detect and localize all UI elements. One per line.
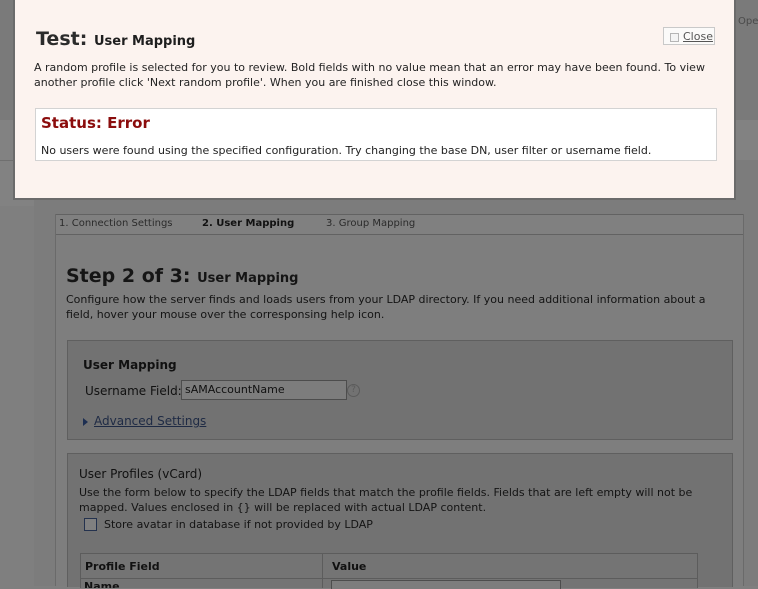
setup-panel: 1. Connection Settings 2. User Mapping 3… xyxy=(55,214,744,589)
page-title-suffix: User Mapping xyxy=(197,271,299,286)
dialog-title-prefix: Test: xyxy=(36,28,88,50)
page-description: Configure how the server finds and loads… xyxy=(66,293,706,321)
header-link[interactable]: Ope xyxy=(738,16,758,27)
table-header-value: Value xyxy=(332,560,367,573)
table-row-divider xyxy=(81,578,697,579)
triangle-right-icon[interactable] xyxy=(83,418,88,426)
user-mapping-title: User Mapping xyxy=(83,358,177,372)
close-icon xyxy=(670,33,679,42)
table-row-value-input[interactable] xyxy=(331,580,561,589)
help-icon[interactable]: ? xyxy=(347,384,360,397)
table-column-divider xyxy=(322,554,323,588)
step-user-mapping[interactable]: 2. User Mapping xyxy=(202,218,294,229)
dialog-description: A random profile is selected for you to … xyxy=(34,61,705,89)
store-avatar-label: Store avatar in database if not provided… xyxy=(104,518,373,531)
user-profiles-section: User Profiles (vCard) Use the form below… xyxy=(67,453,733,589)
table-header-profile-field: Profile Field xyxy=(85,560,160,573)
status-title: Status: Error xyxy=(41,114,150,132)
dialog-title: Test: User Mapping xyxy=(36,28,195,50)
dialog-title-suffix: User Mapping xyxy=(93,34,196,49)
step-group-mapping[interactable]: 3. Group Mapping xyxy=(326,218,415,229)
username-field-input[interactable]: sAMAccountName xyxy=(181,380,347,400)
test-user-mapping-dialog: Test: User Mapping Close A random profil… xyxy=(13,0,736,200)
profile-fields-table: Profile Field Value Name xyxy=(80,553,698,589)
close-button[interactable]: Close xyxy=(663,27,715,45)
page-title: Step 2 of 3: User Mapping xyxy=(66,265,298,287)
table-row-label: Name xyxy=(84,580,120,588)
page-title-prefix: Step 2 of 3: xyxy=(66,265,191,287)
close-label[interactable]: Close xyxy=(683,30,713,43)
user-mapping-section: User Mapping Username Field: sAMAccountN… xyxy=(67,340,733,440)
status-box: Status: Error No users were found using … xyxy=(35,108,717,161)
user-profiles-title: User Profiles (vCard) xyxy=(79,467,203,481)
advanced-settings-link[interactable]: Advanced Settings xyxy=(94,414,206,428)
user-profiles-description: Use the form below to specify the LDAP f… xyxy=(79,486,693,514)
store-avatar-checkbox[interactable] xyxy=(84,518,97,531)
username-field-label: Username Field: xyxy=(85,384,182,398)
step-connection-settings[interactable]: 1. Connection Settings xyxy=(59,218,173,229)
status-message: No users were found using the specified … xyxy=(41,144,652,157)
step-tabs: 1. Connection Settings 2. User Mapping 3… xyxy=(56,214,743,235)
